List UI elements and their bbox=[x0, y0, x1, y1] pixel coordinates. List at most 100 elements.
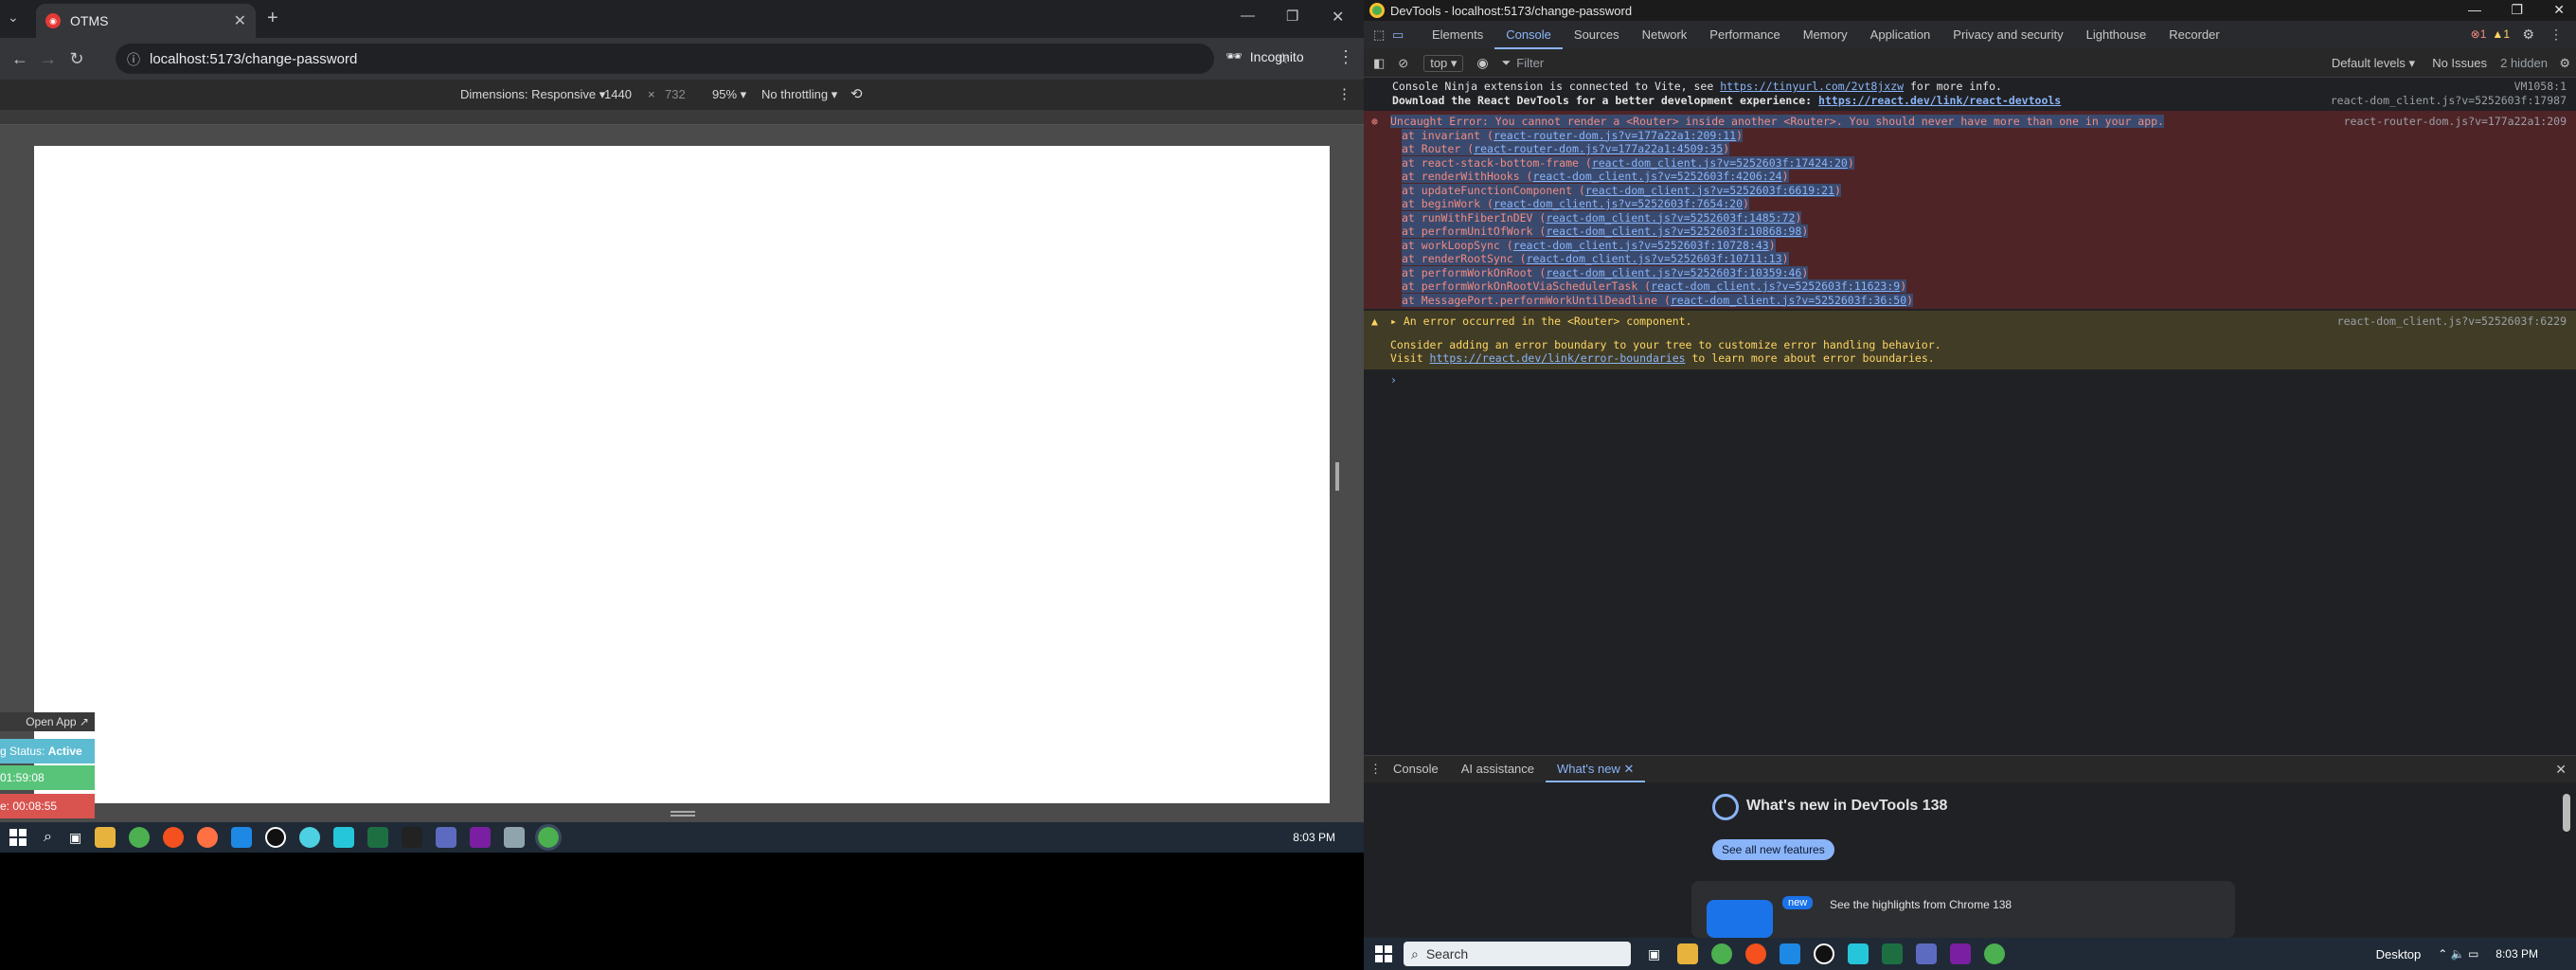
excel-icon[interactable] bbox=[1882, 943, 1904, 964]
app-icon-3[interactable] bbox=[402, 827, 423, 848]
error-source[interactable]: react-router-dom.js?v=177a22a1:209 bbox=[2344, 115, 2567, 129]
settings-icon[interactable]: ⚙ bbox=[2522, 27, 2534, 43]
width-input[interactable]: 1440 bbox=[604, 87, 632, 101]
tray-icons[interactable]: ⌃ 🔈 ▭ bbox=[2438, 947, 2478, 961]
clear-console-icon[interactable]: ⊘ bbox=[1398, 56, 1408, 71]
tab-memory[interactable]: Memory bbox=[1792, 21, 1859, 49]
task-view-icon[interactable]: ▣ bbox=[69, 830, 81, 846]
stack-frame-link[interactable]: react-dom_client.js?v=5252603f:10868:98 bbox=[1546, 225, 1801, 238]
resize-handle-right[interactable] bbox=[1335, 462, 1339, 491]
dimensions-select[interactable]: Dimensions: Responsive ▾ bbox=[460, 87, 605, 102]
react-devtools-link[interactable]: https://react.dev/link/react-devtools bbox=[1818, 94, 2061, 107]
stack-frame-link[interactable]: react-dom_client.js?v=5252603f:10728:43 bbox=[1513, 239, 1769, 252]
site-info-icon[interactable]: ⓘ bbox=[127, 50, 140, 69]
tab-network[interactable]: Network bbox=[1631, 21, 1699, 49]
onenote-icon[interactable] bbox=[1950, 943, 1972, 964]
devtools-menu-icon[interactable]: ⋮ bbox=[2549, 27, 2563, 43]
app-icon-2[interactable] bbox=[1848, 943, 1869, 964]
stack-frame-link[interactable]: react-dom_client.js?v=5252603f:6619:21 bbox=[1585, 184, 1834, 197]
tab-lighthouse[interactable]: Lighthouse bbox=[2075, 21, 2158, 49]
issue-counters[interactable]: ⊗1 ▲1 bbox=[2471, 27, 2510, 41]
reload-icon[interactable]: ↻ bbox=[63, 45, 91, 73]
console-settings-icon[interactable]: ⚙ bbox=[2559, 56, 2570, 71]
media-icon[interactable] bbox=[265, 827, 287, 848]
drawer-tab-ai[interactable]: AI assistance bbox=[1450, 756, 1546, 782]
stack-frame-link[interactable]: react-router-dom.js?v=177a22a1:209:11 bbox=[1494, 129, 1736, 142]
tab-close-icon[interactable]: ✕ bbox=[234, 11, 246, 30]
height-input[interactable]: 732 bbox=[665, 87, 686, 101]
browser-app-icon[interactable] bbox=[1745, 943, 1767, 964]
sidebar-toggle-icon[interactable]: ◧ bbox=[1373, 56, 1385, 71]
live-expression-eye-icon[interactable]: ◉ bbox=[1476, 55, 1488, 71]
new-tab-icon[interactable]: + bbox=[267, 8, 278, 29]
drawer-tab-console[interactable]: Console bbox=[1382, 756, 1450, 782]
tab-privacy[interactable]: Privacy and security bbox=[1941, 21, 2074, 49]
tab-search-chevron-icon[interactable]: ⌄ bbox=[8, 9, 19, 26]
inspect-icon[interactable]: ⬚ bbox=[1373, 27, 1392, 43]
minimize-icon[interactable]: — bbox=[1241, 8, 1255, 24]
stack-frame-link[interactable]: react-dom_client.js?v=5252603f:36:50 bbox=[1671, 294, 1906, 307]
start-icon[interactable] bbox=[1375, 945, 1392, 962]
task-view-icon[interactable]: ▣ bbox=[1648, 946, 1660, 962]
media-icon[interactable] bbox=[1814, 943, 1835, 964]
minimize-icon[interactable]: — bbox=[2468, 2, 2481, 17]
address-bar[interactable]: ⓘ localhost:5173/change-password ☆ bbox=[116, 44, 1290, 74]
zoom-select[interactable]: 95% ▾ bbox=[712, 87, 746, 102]
restore-icon[interactable]: ❐ bbox=[2511, 2, 2523, 18]
filter-input[interactable]: Filter bbox=[1516, 56, 1544, 70]
warning-source[interactable]: react-dom_client.js?v=5252603f:6229 bbox=[2337, 314, 2567, 329]
open-app-link[interactable]: Open App ↗ bbox=[0, 712, 95, 731]
chrome-icon[interactable] bbox=[129, 827, 151, 848]
drawer-menu-icon[interactable]: ⋮ bbox=[1369, 762, 1382, 777]
app-icon-2[interactable] bbox=[333, 827, 355, 848]
issues-button[interactable]: No Issues bbox=[2432, 56, 2487, 70]
tab-performance[interactable]: Performance bbox=[1698, 21, 1791, 49]
stack-frame-link[interactable]: react-dom_client.js?v=5252603f:17424:20 bbox=[1592, 156, 1848, 170]
stack-frame-link[interactable]: react-dom_client.js?v=5252603f:7654:20 bbox=[1494, 197, 1743, 210]
tab-sources[interactable]: Sources bbox=[1563, 21, 1631, 49]
close-icon[interactable]: ✕ bbox=[2553, 2, 2565, 18]
error-boundaries-link[interactable]: https://react.dev/link/error-boundaries bbox=[1430, 351, 1686, 365]
notepad-icon[interactable] bbox=[504, 827, 526, 848]
rotate-icon[interactable]: ⟲ bbox=[850, 85, 863, 102]
console-prompt[interactable]: › bbox=[1364, 373, 2576, 387]
teams-icon[interactable] bbox=[436, 827, 457, 848]
incognito-indicator[interactable]: 🕶 Incognito bbox=[1225, 48, 1304, 64]
close-drawer-icon[interactable]: ✕ bbox=[2555, 762, 2567, 778]
media-query-ruler[interactable] bbox=[0, 110, 1364, 125]
teams-icon[interactable] bbox=[1916, 943, 1938, 964]
ninja-source[interactable]: VM1058:1 bbox=[2514, 80, 2567, 94]
stack-frame-link[interactable]: react-dom_client.js?v=5252603f:4206:24 bbox=[1532, 170, 1781, 183]
throttle-select[interactable]: No throttling ▾ bbox=[761, 87, 837, 102]
search-icon[interactable]: ⌕ bbox=[44, 829, 52, 846]
stack-frame-link[interactable]: react-dom_client.js?v=5252603f:10359:46 bbox=[1546, 266, 1801, 279]
tab-otms[interactable]: ◉ OTMS ✕ bbox=[36, 4, 256, 38]
expand-triangle-icon[interactable]: ▸ bbox=[1390, 314, 1397, 328]
drawer-tab-whats-new[interactable]: What's new ✕ bbox=[1546, 756, 1646, 782]
onenote-icon[interactable] bbox=[470, 827, 492, 848]
chrome-icon[interactable] bbox=[1711, 943, 1733, 964]
device-more-icon[interactable]: ⋮ bbox=[1337, 85, 1351, 102]
chrome-active-icon[interactable] bbox=[535, 824, 563, 851]
explorer-icon[interactable] bbox=[95, 827, 116, 848]
context-select[interactable]: top ▾ bbox=[1423, 54, 1464, 72]
resize-handle-bottom[interactable] bbox=[671, 811, 695, 817]
start-icon[interactable] bbox=[9, 829, 27, 846]
excel-icon[interactable] bbox=[367, 827, 389, 848]
tab-application[interactable]: Application bbox=[1859, 21, 1942, 49]
react-devtools-source[interactable]: react-dom_client.js?v=5252603f:17987 bbox=[2331, 94, 2567, 108]
stack-frame-link[interactable]: react-dom_client.js?v=5252603f:11623:9 bbox=[1651, 279, 1900, 293]
zoom-app-icon[interactable] bbox=[1780, 943, 1801, 964]
tab-recorder[interactable]: Recorder bbox=[2157, 21, 2230, 49]
tab-elements[interactable]: Elements bbox=[1421, 21, 1494, 49]
back-icon[interactable]: ← bbox=[6, 45, 34, 73]
restore-icon[interactable]: ❐ bbox=[1286, 8, 1298, 25]
see-all-features-button[interactable]: See all new features bbox=[1712, 839, 1834, 860]
drawer-scrollbar[interactable] bbox=[2563, 794, 2570, 832]
ninja-link[interactable]: https://tinyurl.com/2vt8jxzw bbox=[1720, 80, 1904, 93]
zoom-app-icon[interactable] bbox=[231, 827, 253, 848]
firefox-icon[interactable] bbox=[197, 827, 219, 848]
explorer-icon[interactable] bbox=[1677, 943, 1699, 964]
browser-app-icon[interactable] bbox=[163, 827, 185, 848]
stack-frame-link[interactable]: react-router-dom.js?v=177a22a1:4509:35 bbox=[1474, 142, 1723, 155]
